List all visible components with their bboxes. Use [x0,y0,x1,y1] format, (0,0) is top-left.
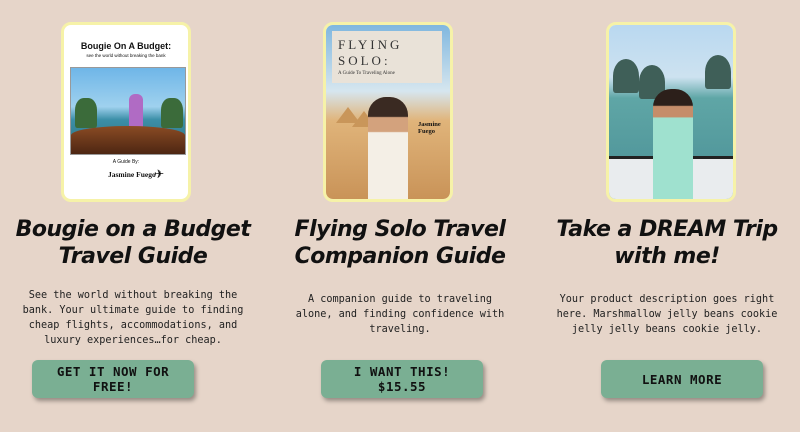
product-title-bougie: Bougie on a Budget Travel Guide [0,216,266,270]
rock-shape [75,98,97,128]
product-description-bougie: See the world without breaking the bank.… [22,290,244,346]
product-card-dream-trip: Take a DREAM Trip with me! Your product … [534,0,800,432]
cover-subtitle: A Guide To Traveling Alone [338,71,395,76]
cover-guide-by: A Guide By: [112,159,140,165]
title-line: with me! [614,244,720,269]
cover-author: Jasmine Fuego [418,121,441,135]
product-image-bougie[interactable]: Bougie On A Budget: see the world withou… [61,22,191,202]
cover-title-word: FLYING [338,37,403,52]
product-image-dream-trip[interactable] [606,22,736,202]
cover-title-word: SOLO: [338,53,391,68]
product-description-dream-trip: Your product description goes right here… [556,294,778,335]
cover-subheading: see the world without breaking the bank [86,53,166,58]
mountain-shape [613,59,639,93]
product-card-flying-solo: FLYING SOLO: A Guide To Traveling Alone … [267,0,533,432]
cover-author: Jasmine Fuego [108,170,156,179]
title-line: Travel Guide [58,244,208,269]
title-line: Companion Guide [294,244,506,269]
product-title-flying-solo: Flying Solo Travel Companion Guide [267,216,533,270]
title-line: Take a DREAM Trip [556,217,778,242]
rock-shape [161,98,183,128]
cover-photo [70,67,186,155]
product-description-flying-solo: A companion guide to traveling alone, an… [295,294,505,335]
learn-more-button[interactable]: LEARN MORE [601,360,763,398]
mountain-shape [705,55,731,89]
get-it-free-button[interactable]: GET IT NOW FOR FREE! [32,360,194,398]
title-line: Flying Solo Travel [294,217,506,242]
cover-heading: Bougie On A Budget: [80,41,172,51]
airplane-icon: ✈ [154,167,165,181]
person-figure [653,89,693,199]
title-line: Bougie on a Budget [15,217,251,242]
product-card-bougie: Bougie On A Budget: see the world withou… [0,0,266,432]
boat-shape [71,126,185,154]
person-figure [368,97,408,199]
product-image-flying-solo[interactable]: FLYING SOLO: A Guide To Traveling Alone … [323,22,453,202]
i-want-this-button[interactable]: I WANT THIS! $15.55 [321,360,483,398]
product-title-dream-trip: Take a DREAM Trip with me! [534,216,800,270]
